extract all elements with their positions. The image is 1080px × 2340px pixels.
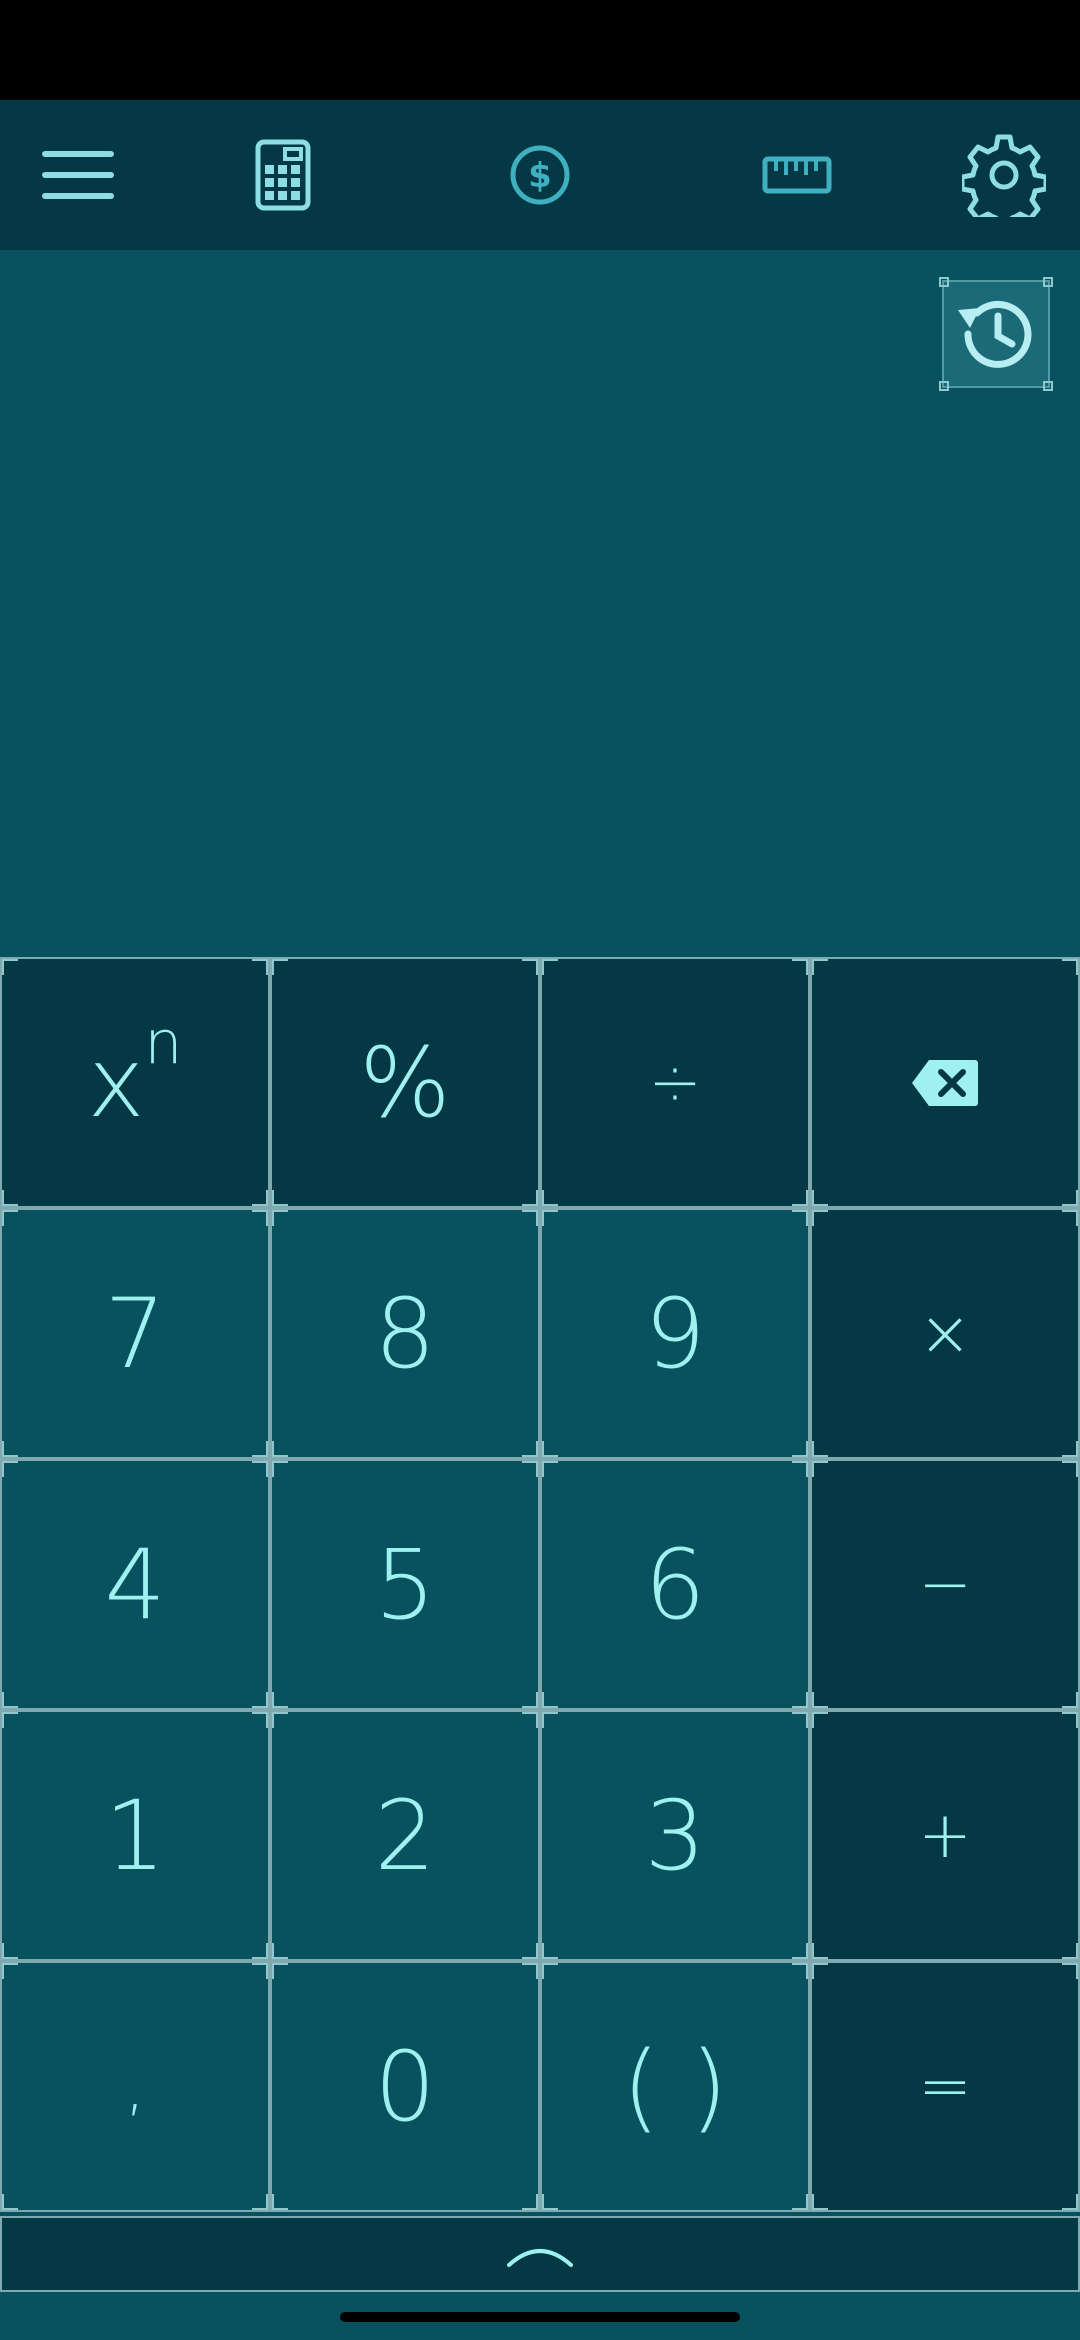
multiply-label: ×	[918, 1296, 972, 1371]
divide-label: ÷	[648, 1045, 702, 1120]
svg-text:$: $	[528, 156, 552, 196]
digit-8-label: 8	[374, 1277, 436, 1390]
divide-key[interactable]: ÷	[540, 957, 810, 1208]
menu-button[interactable]	[8, 100, 148, 250]
digit-7-label: 7	[104, 1277, 166, 1390]
digit-0-key[interactable]: 0	[270, 1961, 540, 2212]
equals-key[interactable]: =	[810, 1961, 1080, 2212]
digit-4-label: 4	[104, 1528, 166, 1641]
expand-keypad-button[interactable]	[0, 2216, 1080, 2292]
digit-9-key[interactable]: 9	[540, 1208, 810, 1459]
plus-label: +	[918, 1798, 972, 1873]
digit-5-key[interactable]: 5	[270, 1459, 540, 1710]
ruler-icon	[762, 156, 832, 194]
digit-0-label: 0	[374, 2030, 436, 2143]
power-exp-label: n	[144, 1007, 183, 1078]
equals-label: =	[918, 2049, 972, 2124]
digit-1-label: 1	[104, 1779, 166, 1892]
digit-2-key[interactable]: 2	[270, 1710, 540, 1961]
digit-3-label: 3	[644, 1779, 706, 1892]
digit-6-key[interactable]: 6	[540, 1459, 810, 1710]
digit-7-key[interactable]: 7	[0, 1208, 270, 1459]
history-icon	[958, 300, 1032, 368]
chevron-up-icon	[507, 2249, 573, 2267]
backspace-icon	[912, 1059, 978, 1106]
digit-6-label: 6	[644, 1528, 706, 1641]
comma-key[interactable]: ,	[0, 1961, 270, 2212]
digit-1-key[interactable]: 1	[0, 1710, 270, 1961]
comma-label: ,	[124, 2049, 146, 2124]
digit-3-key[interactable]: 3	[540, 1710, 810, 1961]
corner-handle	[939, 381, 949, 391]
multiply-key[interactable]: ×	[810, 1208, 1080, 1459]
unit-converter-button[interactable]	[727, 100, 867, 250]
corner-handle	[1043, 277, 1053, 287]
digit-2-label: 2	[374, 1779, 436, 1892]
corner-handle	[939, 277, 949, 287]
minus-label: −	[918, 1547, 972, 1622]
currency-converter-button[interactable]: $	[470, 100, 610, 250]
power-key[interactable]: xn	[0, 957, 270, 1208]
hamburger-menu-icon	[42, 151, 114, 199]
calculator-icon	[255, 139, 311, 211]
gear-icon	[962, 134, 1046, 217]
keypad: xn % ÷ 7 8 9 × 4 5 6 − 1 2 3 + , 0 () =	[0, 957, 1080, 2212]
calculator-app: $ x n % ÷ 7 8 9 × 4 5 6 − 1 2 3 + , 0 (…	[0, 0, 1080, 2340]
plus-key[interactable]: +	[810, 1710, 1080, 1961]
history-button[interactable]	[939, 277, 1053, 391]
backspace-key[interactable]	[810, 957, 1080, 1208]
display-area	[0, 250, 1080, 957]
percent-key[interactable]: %	[270, 957, 540, 1208]
status-bar	[0, 0, 1080, 100]
dollar-circle-icon: $	[510, 145, 570, 205]
percent-label: %	[359, 1026, 451, 1139]
top-toolbar: $	[0, 100, 1080, 250]
parentheses-label: ( )	[622, 2030, 728, 2143]
digit-8-key[interactable]: 8	[270, 1208, 540, 1459]
digit-9-label: 9	[644, 1277, 706, 1390]
calculator-mode-button[interactable]	[213, 100, 353, 250]
digit-4-key[interactable]: 4	[0, 1459, 270, 1710]
digit-5-label: 5	[374, 1528, 436, 1641]
home-indicator[interactable]	[340, 2312, 740, 2322]
settings-button[interactable]	[934, 100, 1074, 250]
parentheses-key[interactable]: ( )	[540, 1961, 810, 2212]
minus-key[interactable]: −	[810, 1459, 1080, 1710]
power-base-label: x	[87, 1026, 145, 1139]
corner-handle	[1043, 381, 1053, 391]
